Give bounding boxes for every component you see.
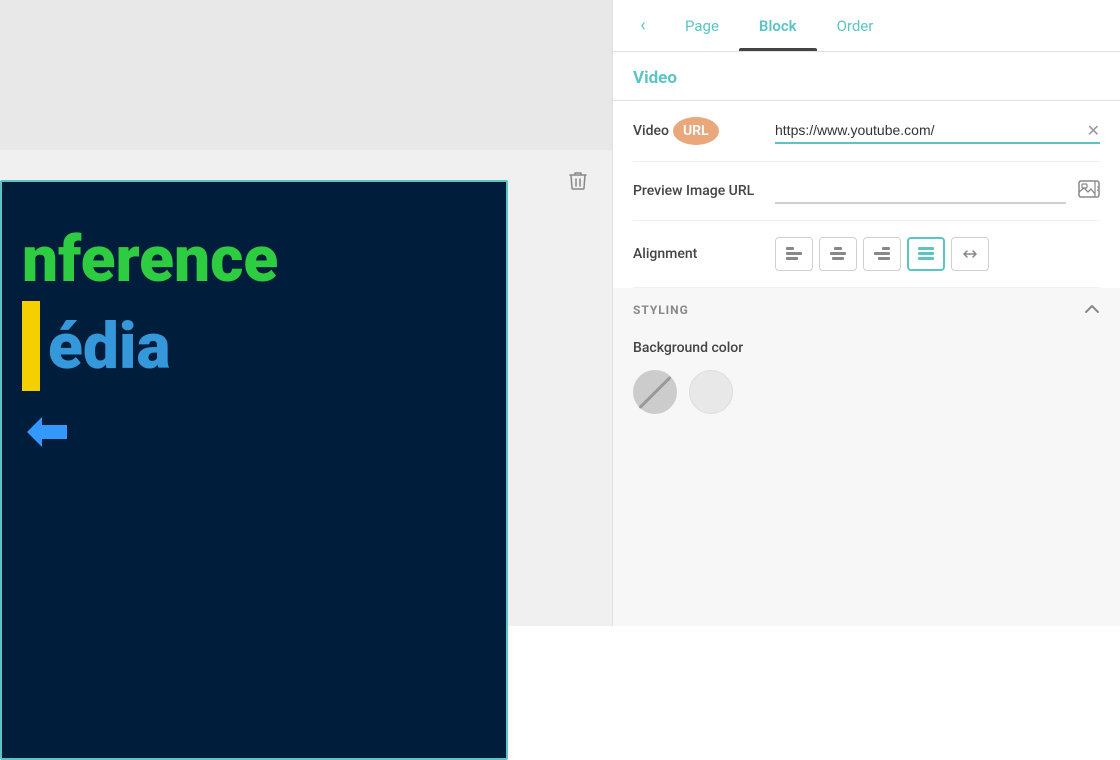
styling-header[interactable]: STYLING: [613, 288, 1120, 332]
styling-section: STYLING Background color: [613, 288, 1120, 626]
conference-text-line1: nference: [22, 222, 278, 297]
chevron-up-icon: [1084, 302, 1100, 318]
left-panel: nference édia: [0, 0, 612, 626]
align-full-button[interactable]: [907, 237, 945, 271]
section-title: Video: [633, 68, 677, 88]
tab-order[interactable]: Order: [817, 0, 894, 51]
video-preview-block: nference édia: [0, 180, 508, 760]
conference-image: nference édia: [2, 182, 506, 758]
image-browse-icon[interactable]: [1078, 179, 1100, 203]
video-text-label: Video: [633, 123, 669, 139]
video-url-input[interactable]: [775, 118, 1100, 144]
video-url-row: Video URL ✕: [633, 101, 1100, 162]
media-text: édia: [48, 309, 170, 384]
top-gray-bar: [0, 0, 612, 150]
clear-video-url-button[interactable]: ✕: [1087, 123, 1100, 139]
preview-image-input[interactable]: [775, 178, 1066, 204]
delete-button[interactable]: [562, 164, 594, 196]
tab-block[interactable]: Block: [739, 0, 817, 51]
preview-image-label: Preview Image URL: [633, 182, 763, 200]
color-swatch-white[interactable]: [689, 370, 733, 414]
alignment-options: [775, 237, 989, 271]
styling-title: STYLING: [633, 303, 689, 317]
video-url-input-wrapper: ✕: [775, 118, 1100, 144]
url-highlight-badge: URL: [673, 117, 719, 145]
tab-page[interactable]: Page: [665, 0, 739, 51]
styling-content: Background color: [613, 332, 1120, 434]
bg-color-label: Background color: [633, 340, 1100, 356]
color-swatches: [633, 370, 1100, 414]
section-header: Video: [613, 52, 1120, 101]
align-center-button[interactable]: [819, 237, 857, 271]
right-panel: ‹ Page Block Order Video Video URL ✕: [612, 0, 1120, 626]
alignment-label: Alignment: [633, 246, 763, 262]
video-label-group: Video URL: [633, 117, 763, 145]
fields-area: Video URL ✕ Preview Image URL: [613, 101, 1120, 288]
tab-bar: ‹ Page Block Order: [613, 0, 1120, 52]
alignment-row: Alignment: [633, 221, 1100, 288]
preview-image-row: Preview Image URL: [633, 162, 1100, 221]
content-area: nference édia: [0, 150, 612, 626]
align-stretch-button[interactable]: [951, 237, 989, 271]
color-swatch-none[interactable]: [633, 370, 677, 414]
back-button[interactable]: ‹: [629, 12, 657, 40]
preview-image-input-wrapper: [775, 178, 1066, 204]
align-left-button[interactable]: [775, 237, 813, 271]
align-right-button[interactable]: [863, 237, 901, 271]
